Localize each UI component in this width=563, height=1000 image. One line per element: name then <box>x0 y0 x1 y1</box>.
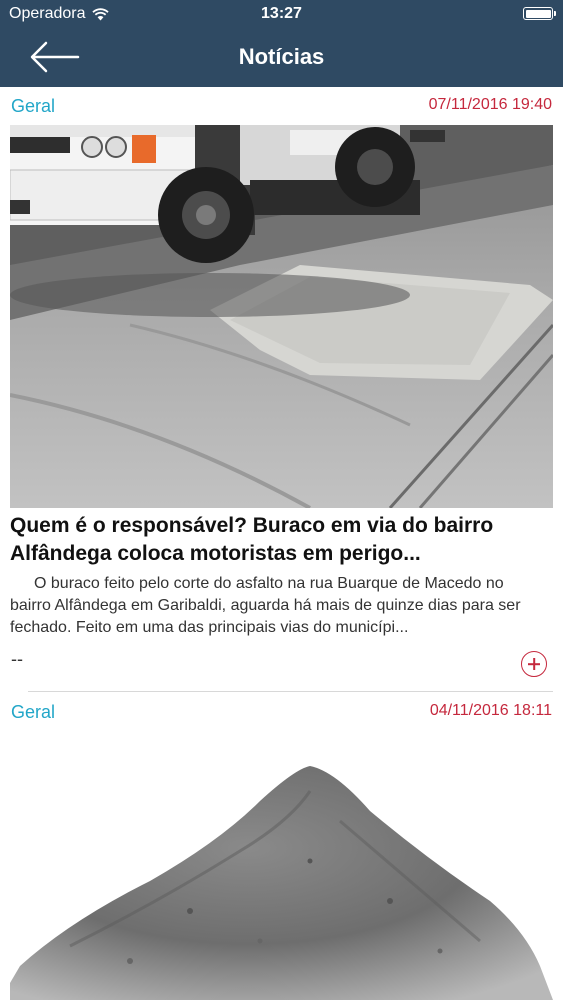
road-pothole-image <box>10 125 553 508</box>
status-time: 13:27 <box>261 5 302 22</box>
news-date: 04/11/2016 18:11 <box>429 702 552 719</box>
battery-icon <box>523 7 556 20</box>
news-category[interactable]: Geral <box>11 702 55 723</box>
gray-powder-pile-image <box>10 731 553 1000</box>
news-card[interactable]: Geral 04/11/2016 18:11 <box>0 693 563 1000</box>
news-photo[interactable] <box>10 731 553 1000</box>
page-title: Notícias <box>238 44 325 69</box>
news-feed[interactable]: Geral 07/11/2016 19:40 Quem é o responsá… <box>0 87 563 1000</box>
news-category[interactable]: Geral <box>11 96 55 117</box>
news-footer: -- <box>11 649 23 669</box>
news-photo[interactable] <box>10 125 553 508</box>
news-card[interactable]: Geral 07/11/2016 19:40 Quem é o responsá… <box>0 87 563 693</box>
card-divider <box>28 691 553 692</box>
news-date: 07/11/2016 19:40 <box>428 96 552 113</box>
expand-plus-button[interactable] <box>521 651 547 677</box>
news-headline[interactable]: Quem é o responsável? Buraco em via do b… <box>10 512 553 568</box>
nav-bar: Notícias <box>0 28 563 87</box>
status-bar: Operadora 13:27 <box>0 0 563 28</box>
news-summary: O buraco feito pelo corte do asfalto na … <box>10 575 521 636</box>
